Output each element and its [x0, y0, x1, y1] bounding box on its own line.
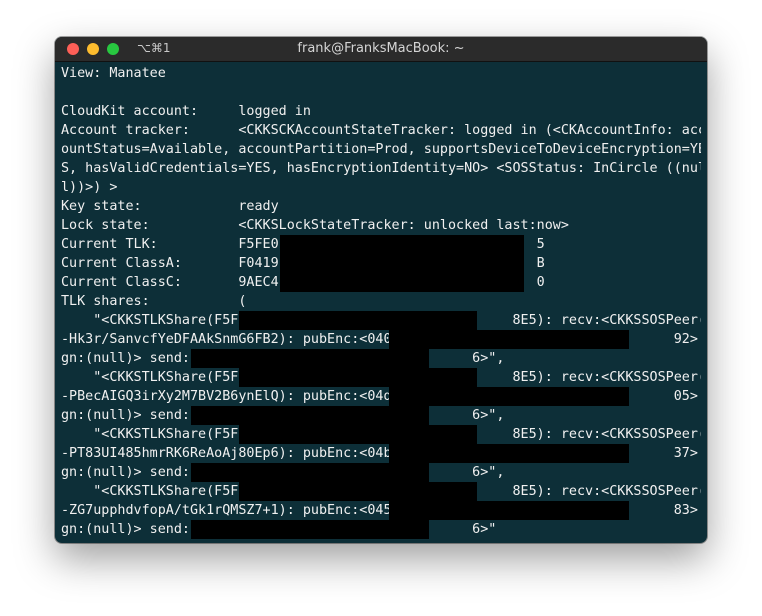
- redaction-bar: [239, 368, 477, 387]
- terminal-line: TLK shares: (: [61, 294, 247, 309]
- terminal-window: ⌥⌘1 frank@FranksMacBook: ~ View: Manatee…: [55, 37, 707, 543]
- redaction-bar: [191, 463, 429, 482]
- terminal-line: Account tracker: <CKKSCKAccountStateTrac…: [61, 123, 701, 138]
- terminal-line: Lock state: <CKKSLockStateTracker: unloc…: [61, 218, 569, 233]
- terminal-line: ountStatus=Available, accountPartition=P…: [61, 142, 701, 157]
- redaction-bar: [239, 482, 477, 501]
- terminal-line: S, hasValidCredentials=YES, hasEncryptio…: [61, 161, 701, 176]
- redaction-bar: [191, 520, 429, 539]
- redaction-bar: [280, 235, 524, 254]
- redaction-bar: [280, 254, 524, 273]
- redaction-bar: [389, 330, 629, 349]
- redaction-bar: [191, 349, 429, 368]
- redaction-bar: [191, 406, 429, 425]
- window-title: frank@FranksMacBook: ~: [297, 41, 465, 56]
- terminal-line: View: Manatee: [61, 66, 166, 81]
- terminal-line: CloudKit account: logged in: [61, 104, 311, 119]
- redaction-bar: [389, 501, 629, 520]
- redaction-bar: [389, 444, 629, 463]
- terminal-line: Key state: ready: [61, 199, 279, 214]
- title-bar[interactable]: ⌥⌘1 frank@FranksMacBook: ~: [55, 37, 707, 62]
- redaction-bar: [280, 273, 524, 292]
- redaction-bar: [389, 387, 629, 406]
- terminal-output[interactable]: View: Manatee CloudKit account: logged i…: [61, 64, 701, 540]
- redaction-bar: [239, 311, 477, 330]
- redaction-bar: [239, 425, 477, 444]
- terminal-line: l))>) >: [61, 180, 118, 195]
